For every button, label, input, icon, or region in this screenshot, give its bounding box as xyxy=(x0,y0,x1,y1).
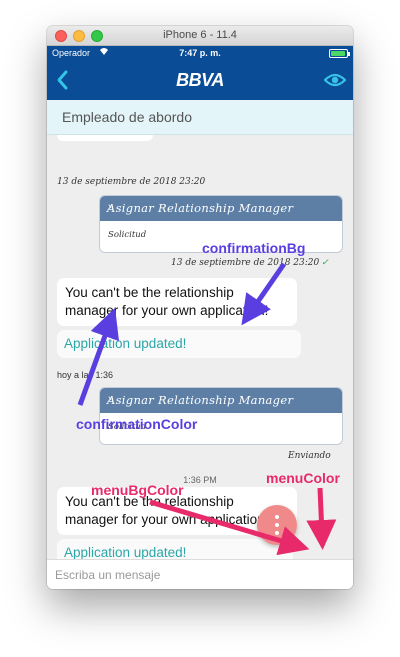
time-divider: 1:36 PM xyxy=(183,475,217,485)
nav-bar: BBVA xyxy=(47,60,353,100)
request-card-body: Solicitud xyxy=(108,422,147,432)
phone-screen: Operador 7:47 p. m. BBVA Empleado de abo… xyxy=(47,46,353,589)
request-card[interactable]: Asignar Relationship Manager › Solicitud xyxy=(99,195,343,253)
message-timestamp: 13 de septiembre de 2018 23:20 ✓ xyxy=(171,258,329,268)
request-card-body: Solicitud xyxy=(108,230,147,240)
message-composer xyxy=(47,559,353,589)
sending-status: Enviando xyxy=(288,451,331,461)
incoming-message: You can't be the relationship manager fo… xyxy=(57,278,297,326)
request-card-header: Asignar Relationship Manager › xyxy=(100,196,342,221)
status-bar: Operador 7:47 p. m. xyxy=(47,46,353,60)
chat-history[interactable]: 13 de septiembre de 2018 23:20 Asignar R… xyxy=(47,135,353,559)
request-card[interactable]: Asignar Relationship Manager › Solicitud xyxy=(99,387,343,445)
status-time: 7:47 p. m. xyxy=(179,48,221,58)
message-input[interactable] xyxy=(55,566,295,584)
message-time: hoy a las 1:36 xyxy=(57,370,114,380)
timestamp-text: 13 de septiembre de 2018 23:20 xyxy=(171,258,320,268)
battery-icon xyxy=(329,49,350,58)
previous-bubble xyxy=(57,135,153,141)
chevron-right-icon: › xyxy=(107,392,113,407)
window-titlebar: iPhone 6 - 11.4 xyxy=(47,26,353,46)
chat-title: Empleado de abordo xyxy=(62,109,192,125)
window-title: iPhone 6 - 11.4 xyxy=(163,29,237,41)
request-card-header: Asignar Relationship Manager › xyxy=(100,388,342,413)
confirmation-bubble: Application updated! xyxy=(57,330,301,358)
confirmation-bubble: Application updated! xyxy=(57,539,293,559)
bbva-logo: BBVA xyxy=(176,70,224,90)
eye-icon[interactable] xyxy=(323,71,347,89)
chat-subheader: Empleado de abordo xyxy=(47,100,353,135)
simulator-window: iPhone 6 - 11.4 Operador 7:47 p. m. BBVA… xyxy=(47,26,353,589)
message-timestamp: 13 de septiembre de 2018 23:20 xyxy=(57,177,206,187)
chevron-right-icon: › xyxy=(107,200,113,215)
more-vertical-icon xyxy=(275,515,279,535)
menu-button[interactable] xyxy=(257,505,297,545)
check-icon: ✓ xyxy=(321,258,329,268)
